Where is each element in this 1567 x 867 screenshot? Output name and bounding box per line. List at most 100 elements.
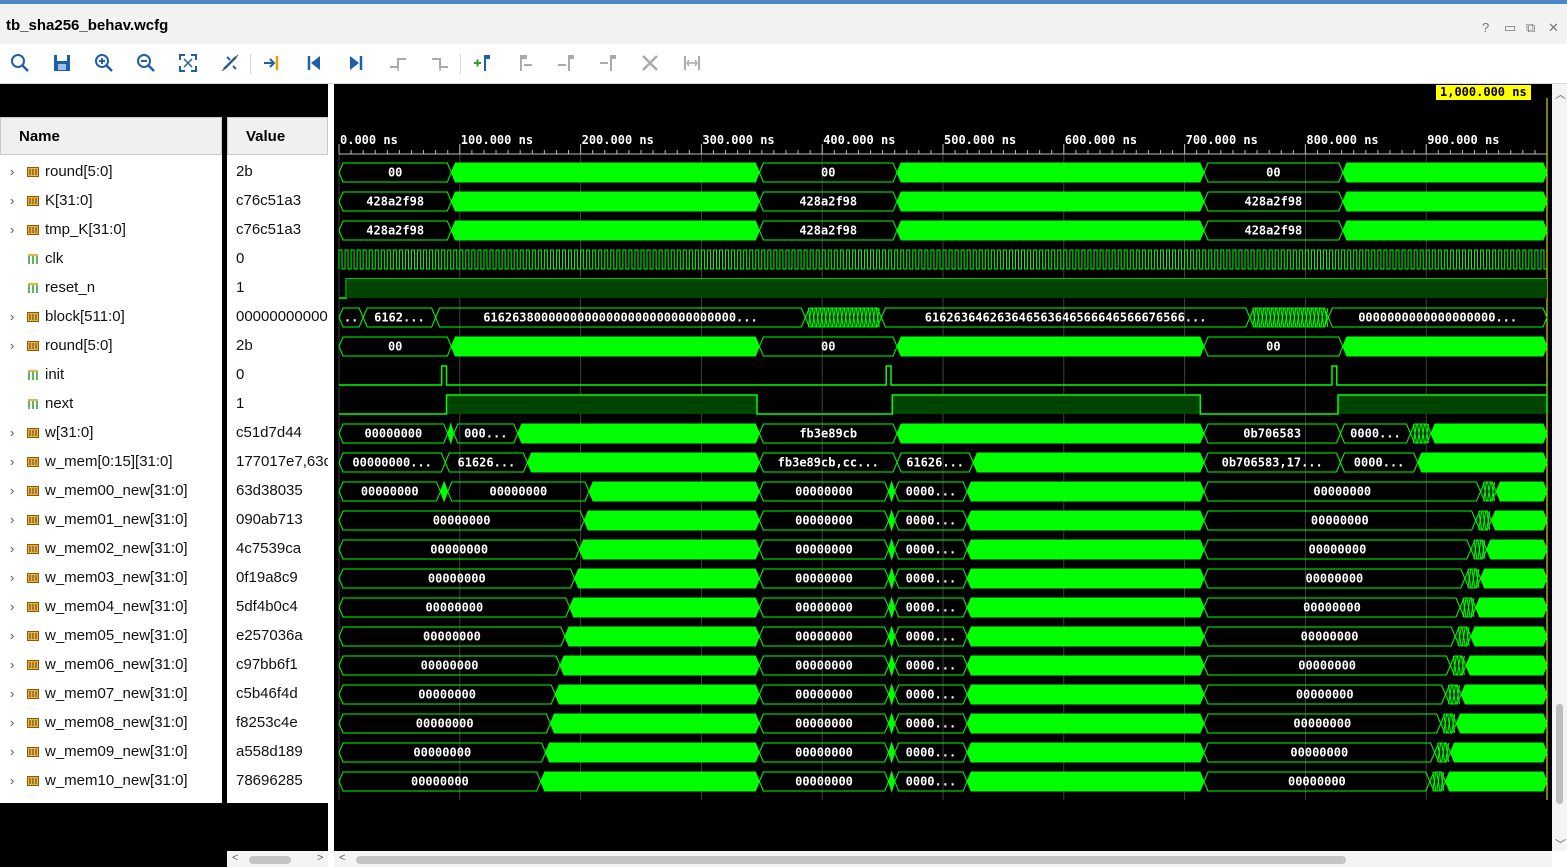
expand-chevron-icon[interactable]: › [10, 425, 14, 440]
signal-value-row[interactable]: 4c7539ca [227, 535, 328, 564]
expand-chevron-icon[interactable]: › [10, 309, 14, 324]
signal-value-row[interactable]: 1 [227, 274, 328, 303]
restore-icon[interactable]: ▭ [1504, 20, 1516, 36]
signal-value-row[interactable]: c76c51a3 [227, 187, 328, 216]
scroll-left-icon[interactable]: < [339, 852, 345, 864]
signal-row[interactable]: › K[31:0] [0, 187, 222, 216]
signal-row[interactable]: clk [0, 245, 222, 274]
cursor-time-label[interactable]: 1,000.000 ns [1436, 85, 1531, 100]
expand-chevron-icon[interactable]: › [10, 454, 14, 469]
zoom-marker-icon[interactable] [680, 51, 704, 75]
signal-value-row[interactable]: 0f19a8c9 [227, 564, 328, 593]
go-to-time-zero-icon[interactable] [302, 51, 326, 75]
expand-chevron-icon[interactable]: › [10, 164, 14, 179]
go-to-last-time-icon[interactable] [344, 51, 368, 75]
expand-chevron-icon[interactable]: › [10, 338, 14, 353]
signal-row[interactable]: › w_mem09_new[31:0] [0, 738, 222, 767]
signal-value-row[interactable]: 177017e7,63d3 [227, 448, 328, 477]
expand-chevron-icon[interactable]: › [10, 773, 14, 788]
zoom-out-icon[interactable] [134, 51, 158, 75]
maximize-icon[interactable]: ⧉ [1526, 20, 1535, 36]
signal-row[interactable]: › w_mem02_new[31:0] [0, 535, 222, 564]
signal-row[interactable]: › w_mem01_new[31:0] [0, 506, 222, 535]
expand-chevron-icon[interactable]: › [10, 657, 14, 672]
vertical-scrollbar[interactable]: ︿ ﹀ [1552, 84, 1567, 851]
expand-chevron-icon[interactable]: › [10, 599, 14, 614]
signal-row[interactable]: › round[5:0] [0, 158, 222, 187]
save-icon[interactable] [50, 51, 74, 75]
signal-row[interactable]: › w_mem06_new[31:0] [0, 651, 222, 680]
zoom-in-icon[interactable] [92, 51, 116, 75]
signal-value-row[interactable]: 63d38035 [227, 477, 328, 506]
scroll-left-icon[interactable]: < [232, 852, 238, 864]
delete-marker-icon[interactable] [638, 51, 662, 75]
signal-row[interactable]: › w_mem00_new[31:0] [0, 477, 222, 506]
signal-row[interactable]: init [0, 361, 222, 390]
waveform-canvas[interactable]: 00 00 00 428a2f98 428a2f98 428a2f98 428a2f98 42… [334, 84, 1552, 851]
expand-chevron-icon[interactable]: › [10, 628, 14, 643]
name-column-header[interactable]: Name [0, 117, 222, 155]
expand-chevron-icon[interactable]: › [10, 570, 14, 585]
signal-row[interactable]: › w_mem05_new[31:0] [0, 622, 222, 651]
signal-value-row[interactable]: c76c51a3 [227, 216, 328, 245]
expand-chevron-icon[interactable]: › [10, 744, 14, 759]
help-icon[interactable]: ? [1482, 20, 1489, 35]
next-marker-icon[interactable] [554, 51, 578, 75]
signal-row[interactable]: › w_mem07_new[31:0] [0, 680, 222, 709]
next-transition-icon[interactable] [428, 51, 452, 75]
expand-chevron-icon[interactable]: › [10, 541, 14, 556]
signal-value-row[interactable]: 1 [227, 390, 328, 419]
signal-value-row[interactable]: a558d189 [227, 738, 328, 767]
signal-row[interactable]: next [0, 390, 222, 419]
search-icon[interactable] [8, 51, 32, 75]
previous-transition-icon[interactable] [386, 51, 410, 75]
signal-value-row[interactable]: 0 [227, 361, 328, 390]
go-to-cursor-icon[interactable] [260, 51, 284, 75]
close-icon[interactable]: ✕ [1548, 20, 1559, 36]
signal-value-row[interactable]: 0 [227, 245, 328, 274]
add-marker-icon[interactable] [470, 51, 494, 75]
signal-value-row[interactable]: f8253c4e [227, 709, 328, 738]
signal-row[interactable]: › tmp_K[31:0] [0, 216, 222, 245]
signal-value-row[interactable]: 2b [227, 332, 328, 361]
swap-cursors-icon[interactable] [596, 51, 620, 75]
signal-row[interactable]: › w_mem[0:15][31:0] [0, 448, 222, 477]
signal-value-row[interactable]: 78696285 [227, 767, 328, 796]
vertical-scroll-thumb[interactable] [1556, 704, 1563, 804]
signal-row[interactable]: reset_n [0, 274, 222, 303]
wave-scroll-thumb[interactable] [356, 856, 1346, 864]
previous-marker-icon[interactable] [512, 51, 536, 75]
signal-row[interactable]: › w_mem08_new[31:0] [0, 709, 222, 738]
signal-value-row[interactable]: 5df4b0c4 [227, 593, 328, 622]
signal-row[interactable]: › w_mem10_new[31:0] [0, 767, 222, 796]
signal-value-row[interactable]: 2b [227, 158, 328, 187]
signal-row[interactable]: › w_mem03_new[31:0] [0, 564, 222, 593]
scroll-up-icon[interactable]: ︿ [1555, 86, 1566, 102]
value-scroll-thumb[interactable] [249, 856, 291, 864]
signal-row[interactable]: › w[31:0] [0, 419, 222, 448]
zoom-fit-icon[interactable] [176, 51, 200, 75]
signal-row[interactable]: › block[511:0] [0, 303, 222, 332]
scroll-right-icon[interactable]: > [317, 852, 323, 864]
expand-chevron-icon[interactable]: › [10, 483, 14, 498]
wave-horizontal-scrollbar[interactable]: < [334, 851, 1552, 867]
scroll-down-icon[interactable]: ﹀ [1555, 836, 1566, 852]
column-splitter[interactable] [222, 84, 227, 867]
signal-value-row[interactable]: e257036a [227, 622, 328, 651]
expand-chevron-icon[interactable]: › [10, 222, 14, 237]
signal-value-row[interactable]: 090ab713 [227, 506, 328, 535]
signal-value-row[interactable]: c5b46f4d [227, 680, 328, 709]
signal-row[interactable]: › round[5:0] [0, 332, 222, 361]
value-horizontal-scrollbar[interactable]: < > [227, 851, 328, 867]
signal-row[interactable]: › w_mem04_new[31:0] [0, 593, 222, 622]
waveform-viewer[interactable]: 00 00 00 428a2f98 428a2f98 428a2f98 428a2f98 42… [334, 84, 1552, 851]
expand-chevron-icon[interactable]: › [10, 193, 14, 208]
expand-chevron-icon[interactable]: › [10, 715, 14, 730]
expand-chevron-icon[interactable]: › [10, 512, 14, 527]
signal-value-row[interactable]: 000000000000 [227, 303, 328, 332]
signal-value-row[interactable]: c97bb6f1 [227, 651, 328, 680]
snap-to-transition-icon[interactable] [218, 51, 242, 75]
value-column-header[interactable]: Value [227, 117, 328, 155]
signal-value-row[interactable]: c51d7d44 [227, 419, 328, 448]
expand-chevron-icon[interactable]: › [10, 686, 14, 701]
